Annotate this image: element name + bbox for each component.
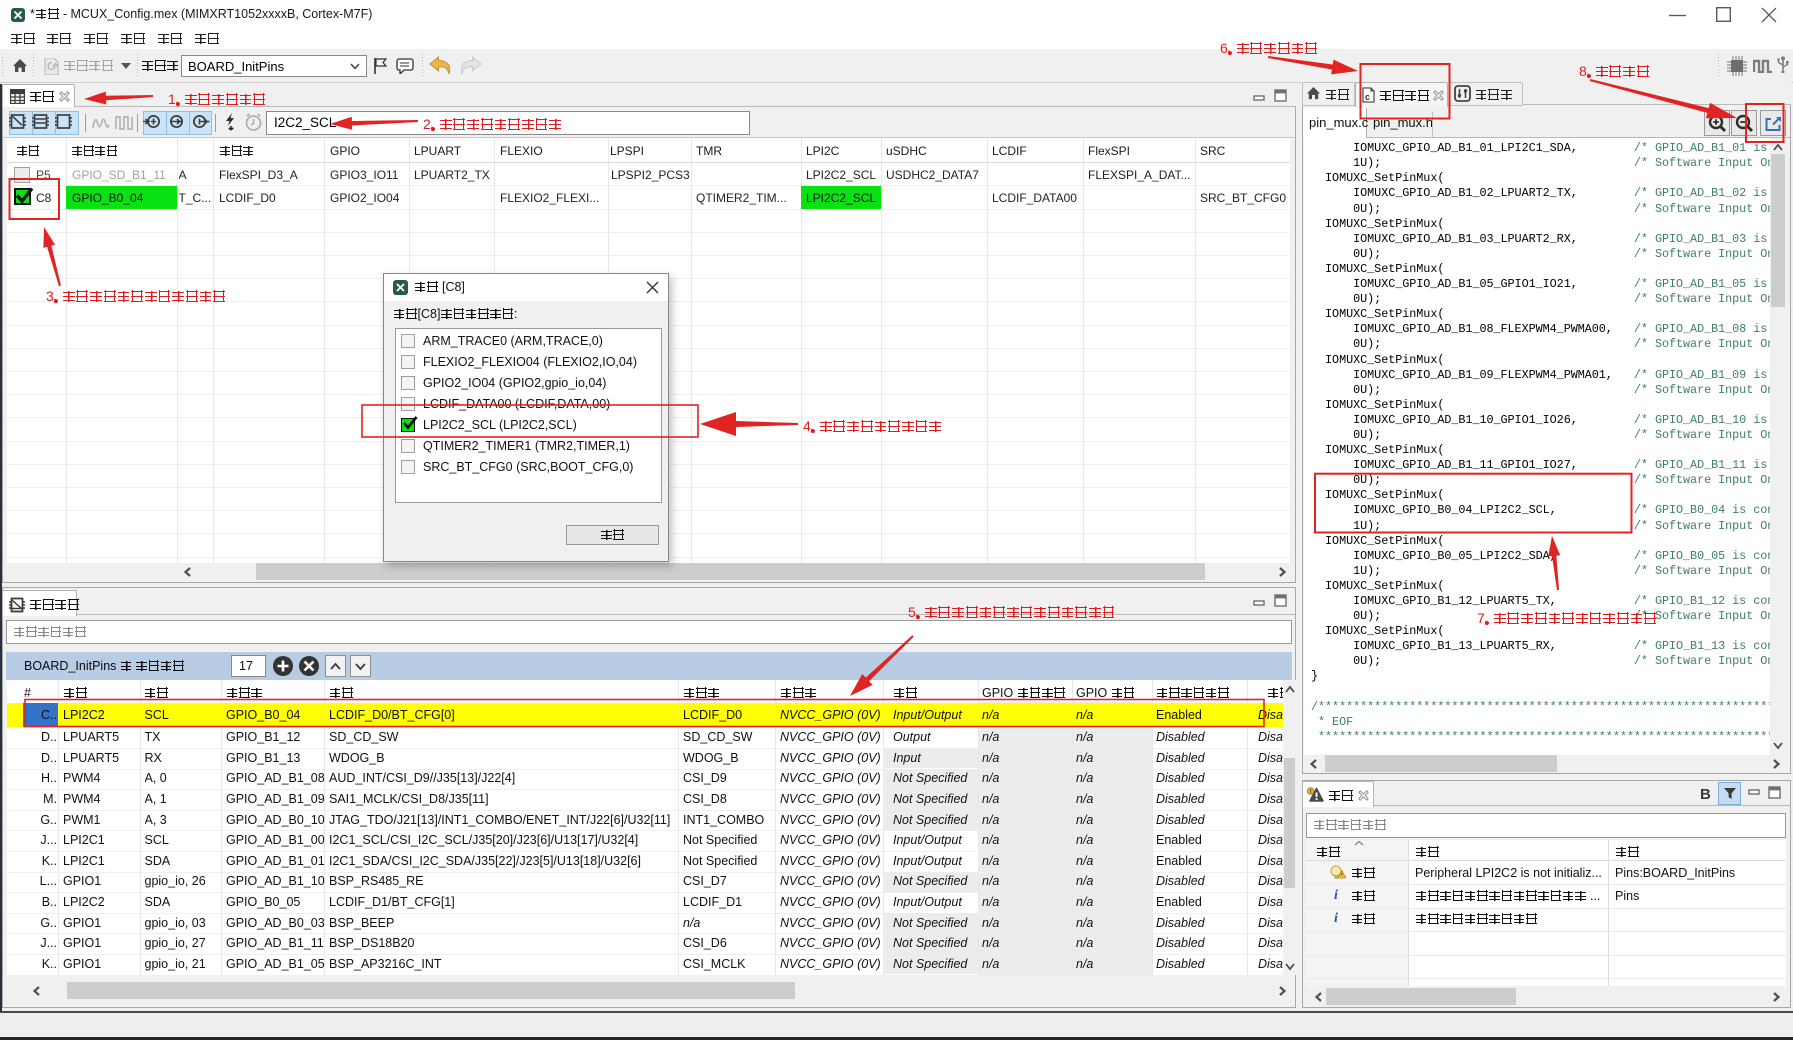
svg-text:c: c	[1365, 92, 1370, 102]
